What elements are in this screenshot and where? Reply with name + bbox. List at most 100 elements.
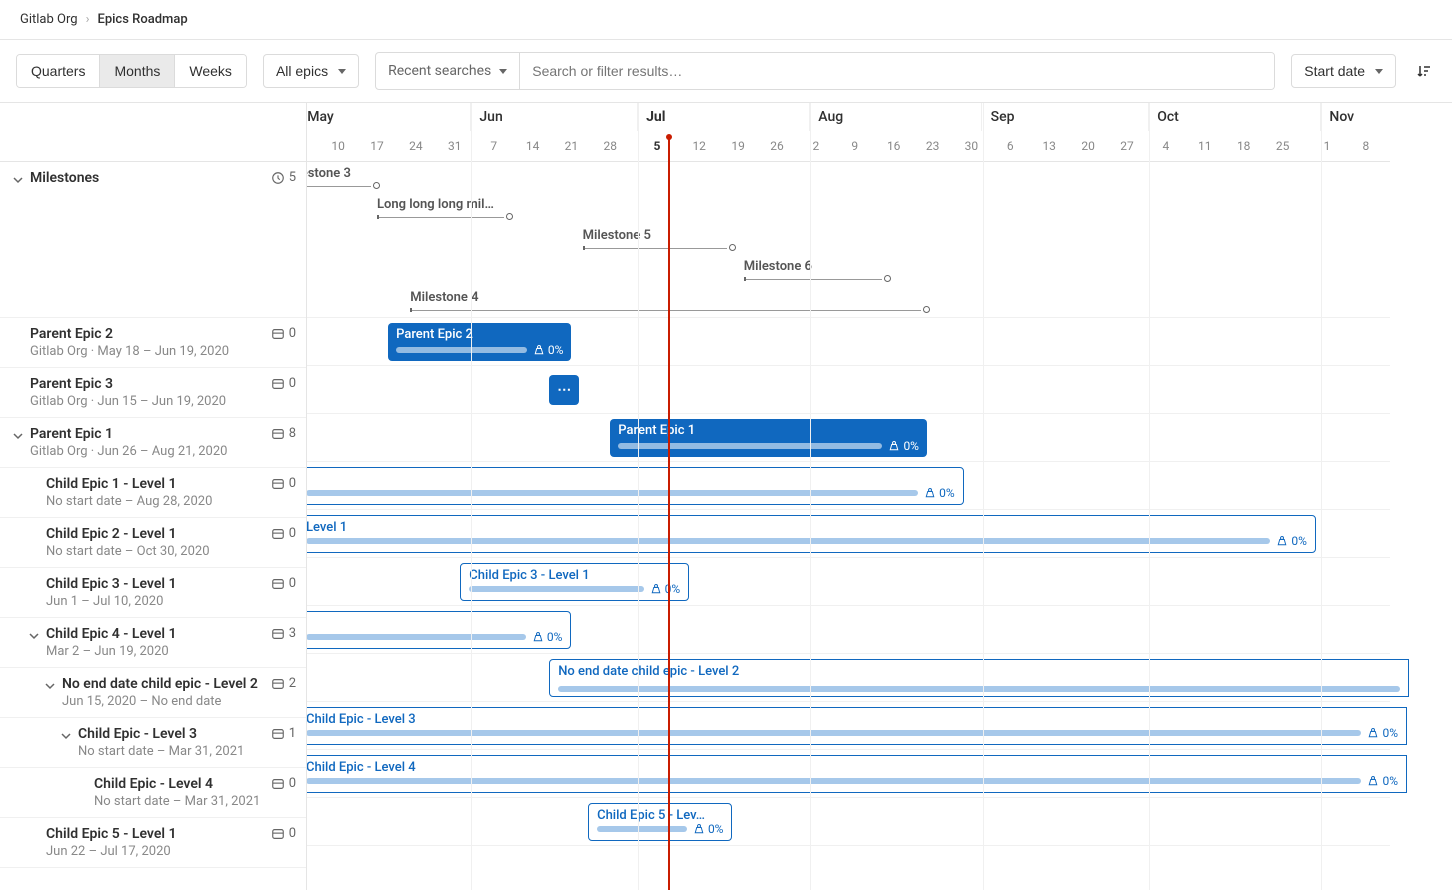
chevron-down-icon[interactable] (58, 728, 74, 744)
month-header: May (307, 103, 471, 131)
epic-list-row[interactable]: Child Epic 5 - Level 1Jun 22 – Jul 17, 2… (0, 818, 306, 868)
search-input[interactable] (520, 53, 1274, 89)
epic-title: Child Epic - Level 3 (78, 726, 265, 742)
epic-bar-title: Child Epic 3 - Level 1 (469, 568, 680, 582)
epic-bar[interactable]: No end date child epic - Level 2 (549, 659, 1409, 697)
day-header: 31 (448, 139, 462, 153)
milestone-end-icon (506, 213, 513, 220)
epic-progress-bar (307, 538, 1270, 544)
breadcrumb: Gitlab Org › Epics Roadmap (0, 0, 1452, 40)
month-header: Nov (1321, 103, 1452, 131)
epic-list-row[interactable]: Child Epic - Level 3No start date – Mar … (0, 718, 306, 768)
sidebar-header-blank (0, 103, 306, 162)
epic-child-count: 0 (265, 376, 296, 391)
epic-list-row[interactable]: Child Epic 4 - Level 1Mar 2 – Jun 19, 20… (0, 618, 306, 668)
day-header: 27 (1120, 139, 1134, 153)
epic-bar[interactable]: 0% (307, 611, 571, 649)
day-header: 28 (604, 139, 618, 153)
epic-list-row[interactable]: Parent Epic 3Gitlab Org · Jun 15 – Jun 1… (0, 368, 306, 418)
epic-title: Child Epic 1 - Level 1 (46, 476, 265, 492)
epics-filter-dropdown[interactable]: All epics (263, 54, 359, 88)
epic-subtitle: Gitlab Org · Jun 26 – Aug 21, 2020 (30, 444, 265, 459)
toolbar: Quarters Months Weeks All epics Recent s… (0, 40, 1452, 103)
epic-progress-bar (307, 730, 1361, 736)
breadcrumb-group[interactable]: Gitlab Org (20, 12, 78, 27)
day-header: 10 (331, 139, 345, 153)
epic-progress-bar (558, 686, 1400, 692)
epic-timeline-row: No end date child epic - Level 2 (307, 654, 1390, 702)
epic-list-row[interactable]: Child Epic 1 - Level 1No start date – Au… (0, 468, 306, 518)
chevron-down-icon[interactable] (10, 428, 26, 444)
epic-bar[interactable]: Child Epic - Level 40% (307, 755, 1407, 793)
epic-list-row[interactable]: Parent Epic 1 Gitlab Org · Jun 26 – Aug 2… (0, 418, 306, 468)
epic-list-row[interactable]: Parent Epic 2Gitlab Org · May 18 – Jun 1… (0, 318, 306, 368)
recent-searches-dropdown[interactable]: Recent searches (376, 53, 520, 89)
epics-filter-label: All epics (276, 63, 328, 79)
day-header: 8 (1363, 139, 1370, 153)
day-header: 11 (1198, 139, 1212, 153)
epic-list-row[interactable]: Child Epic - Level 4No start date – Mar … (0, 768, 306, 818)
epic-child-count: 0 (265, 526, 296, 541)
epic-bar-mini[interactable]: ⋯ (549, 375, 579, 405)
epic-progress-pct: 0% (1276, 534, 1307, 548)
epic-subtitle: Gitlab Org · Jun 15 – Jun 19, 2020 (30, 394, 265, 409)
milestone-label: Milestone 4 (410, 290, 478, 305)
epic-progress-bar (618, 443, 882, 449)
epic-progress-pct: 0% (1367, 774, 1398, 788)
epic-bar-title: Child Epic - Level 4 (307, 760, 1398, 774)
milestone-bar (583, 245, 733, 251)
day-header: 16 (887, 139, 901, 153)
sort-direction-icon[interactable] (1412, 59, 1436, 83)
view-months-button[interactable]: Months (100, 55, 175, 87)
epic-subtitle: Gitlab Org · May 18 – Jun 19, 2020 (30, 344, 265, 359)
epic-bar[interactable]: Parent Epic 20% (388, 323, 571, 361)
epic-bar[interactable]: Child Epic 5 - Lev…0% (588, 803, 732, 841)
epic-progress-pct: 0% (693, 822, 724, 836)
epic-child-count: 0 (265, 476, 296, 491)
milestone-item[interactable]: Milestone 3 (307, 167, 377, 189)
epic-bar[interactable]: Child Epic - Level 30% (307, 707, 1407, 745)
chevron-down-icon[interactable] (10, 172, 26, 188)
epic-bar[interactable]: Child Epic 3 - Level 10% (460, 563, 689, 601)
epic-list-row[interactable]: No end date child epic - Level 2Jun 15, … (0, 668, 306, 718)
timeline[interactable]: MayJunJulAugSepOctNov 101724317142128512… (307, 103, 1452, 890)
milestones-header-row[interactable]: Milestones 5 (0, 162, 306, 318)
epic-title: No end date child epic - Level 2 (62, 676, 265, 692)
view-weeks-button[interactable]: Weeks (175, 55, 246, 87)
breadcrumb-separator: › (86, 12, 90, 27)
epic-bar[interactable]: 0% (307, 467, 964, 505)
view-quarters-button[interactable]: Quarters (17, 55, 100, 87)
milestone-bar (744, 276, 888, 282)
day-header: 30 (965, 139, 979, 153)
epic-list-row[interactable]: Child Epic 2 - Level 1No start date – Oc… (0, 518, 306, 568)
epic-timeline-row: Child Epic - Level 30% (307, 702, 1390, 750)
epic-title: Parent Epic 1 (30, 426, 265, 442)
milestone-label: Long long long mil… (377, 197, 494, 212)
epic-progress-bar (307, 490, 918, 496)
epic-bar[interactable]: Parent Epic 10% (610, 419, 927, 457)
milestones-count: 5 (265, 170, 296, 185)
milestone-item[interactable]: Milestone 5 (583, 229, 733, 251)
milestone-item[interactable]: Milestone 6 (744, 260, 888, 282)
epic-list-row[interactable]: Child Epic 3 - Level 1Jun 1 – Jul 10, 20… (0, 568, 306, 618)
epic-bar-title: Parent Epic 2 (396, 327, 563, 342)
epic-title: Child Epic - Level 4 (94, 776, 265, 792)
milestone-end-icon (373, 182, 380, 189)
epic-timeline-row: 0% (307, 606, 1390, 654)
epic-bar[interactable]: Level 10% (307, 515, 1316, 553)
epic-child-count: 0 (265, 326, 296, 341)
epic-child-count: 1 (265, 726, 296, 741)
chevron-down-icon (1375, 69, 1383, 74)
sort-dropdown[interactable]: Start date (1291, 54, 1396, 88)
day-header: 1 (1324, 139, 1331, 153)
chevron-down-icon (338, 69, 346, 74)
milestone-item[interactable]: Milestone 4 (410, 291, 927, 313)
chevron-down-icon[interactable] (42, 678, 58, 694)
milestone-end-icon (923, 306, 930, 313)
chevron-down-icon[interactable] (26, 628, 42, 644)
epic-progress-bar (307, 634, 526, 640)
milestone-item[interactable]: Long long long mil… (377, 198, 510, 220)
timeline-header: MayJunJulAugSepOctNov 101724317142128512… (307, 103, 1390, 162)
day-header: 19 (731, 139, 745, 153)
epic-timeline-row: Child Epic 5 - Lev…0% (307, 798, 1390, 846)
